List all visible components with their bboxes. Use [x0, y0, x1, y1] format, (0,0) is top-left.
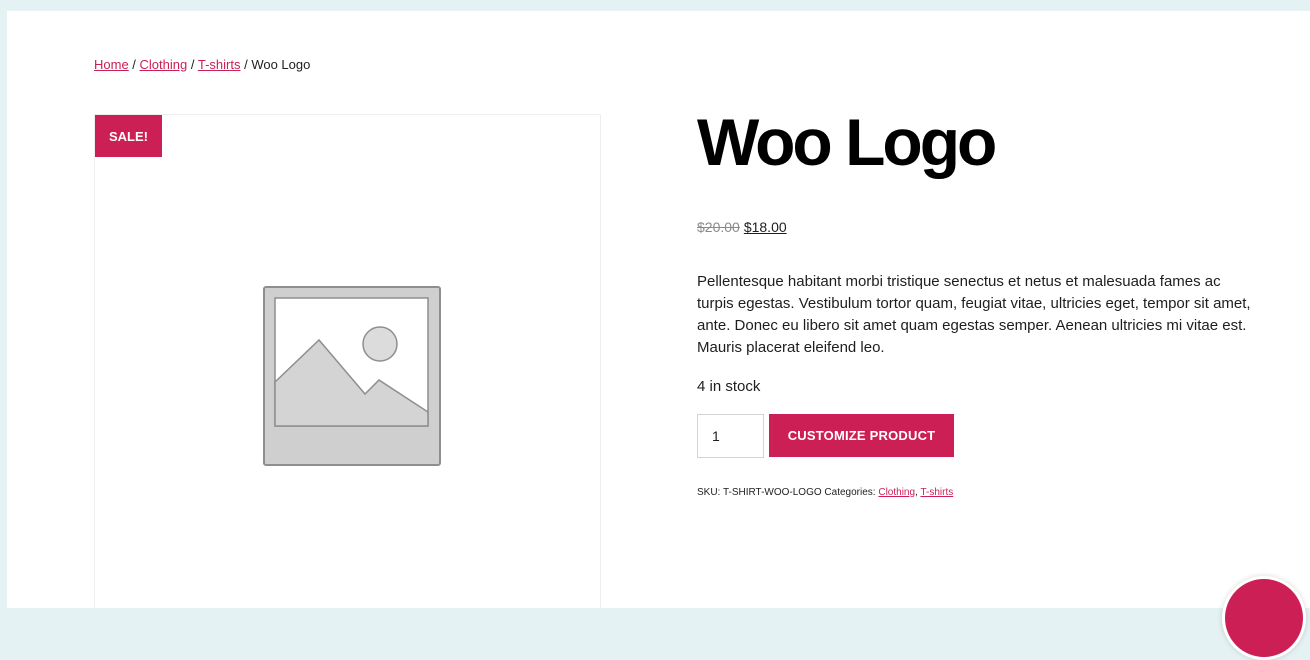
product-gallery[interactable]: SALE!	[94, 114, 601, 608]
breadcrumb-current: Woo Logo	[251, 57, 311, 72]
breadcrumb-home-link[interactable]: Home	[94, 57, 129, 72]
floating-action-button[interactable]	[1222, 576, 1306, 660]
product-price: $20.00 $18.00	[697, 219, 787, 235]
breadcrumb-separator: /	[128, 57, 140, 72]
category-link-clothing[interactable]: Clothing	[878, 487, 915, 498]
breadcrumb-separator: /	[187, 57, 198, 72]
product-description: Pellentesque habitant morbi tristique se…	[697, 273, 1251, 356]
quantity-input[interactable]	[697, 414, 764, 458]
customize-product-button[interactable]: CUSTOMIZE PRODUCT	[769, 414, 954, 457]
breadcrumb-separator: /	[240, 57, 252, 72]
sale-badge: SALE!	[95, 115, 162, 157]
breadcrumb-clothing-link[interactable]: Clothing	[140, 57, 188, 72]
stock-status: 4 in stock	[697, 378, 761, 395]
breadcrumb: Home / Clothing / T-shirts / Woo Logo	[94, 57, 310, 72]
categories-label: Categories:	[821, 487, 879, 498]
product-page: Home / Clothing / T-shirts / Woo Logo SA…	[7, 11, 1310, 608]
sku-value: T-SHIRT-WOO-LOGO	[722, 487, 822, 498]
image-placeholder-icon	[263, 286, 441, 466]
product-meta: SKU: T-SHIRT-WOO-LOGO Categories: Clothi…	[697, 487, 953, 498]
sku-label: SKU:	[697, 487, 723, 498]
regular-price: $20.00	[697, 219, 740, 235]
sale-price: $18.00	[743, 219, 787, 235]
product-title: Woo Logo	[697, 105, 997, 179]
breadcrumb-tshirts-link[interactable]: T-shirts	[198, 57, 241, 72]
category-link-tshirts[interactable]: T-shirts	[920, 487, 953, 498]
